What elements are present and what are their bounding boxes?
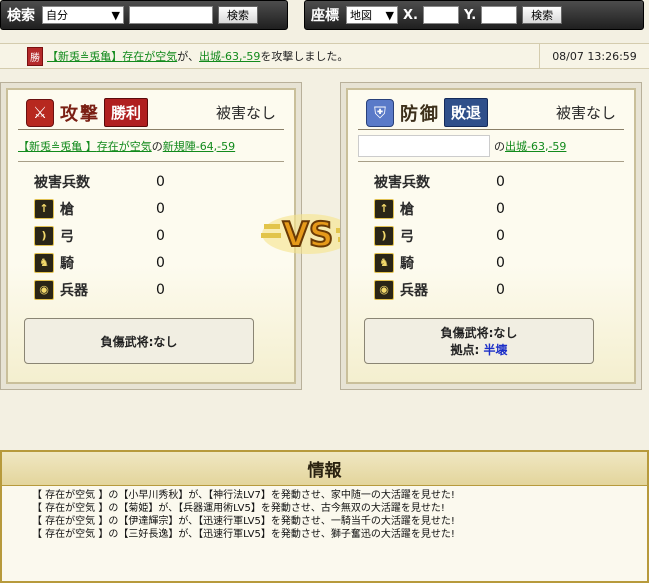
unit-label: 兵器 (400, 282, 428, 299)
search-input[interactable] (129, 6, 213, 24)
attack-player-link[interactable]: 存在が空気 (97, 138, 152, 154)
map-select[interactable]: 地図 ▼ (346, 6, 398, 24)
unit-label: 槍 (60, 201, 74, 218)
alliance-link[interactable]: 【新兎≗兎亀】 (47, 50, 122, 63)
spear-icon: ↑ (374, 198, 394, 219)
info-line: 【 存在が空気 】の【小早川秀秋】が、【神行法LV7】を発動させ、家中随一の大活… (32, 490, 455, 501)
coord-search-button[interactable]: 検索 (522, 6, 563, 24)
unit-value: 0 (496, 281, 505, 298)
attack-panel: ⚔ 攻撃 勝利 被害なし 【新兎≗兎亀 】 存在が空気 の 新規陣-64,-59… (0, 82, 302, 390)
unit-label: 騎 (60, 255, 74, 272)
defense-location-link[interactable]: 出城-63,-59 (505, 138, 566, 154)
unit-row-siege: ◉ 兵器 0 (34, 276, 284, 303)
x-label: X. (403, 7, 418, 23)
unit-row-spear: ↑ 槍 0 (374, 195, 624, 222)
report-time: 08/07 13:26:59 (539, 44, 649, 68)
search-scope-value: 自分 (46, 9, 68, 22)
unit-value: 0 (496, 200, 505, 217)
info-line: 【 存在が空気 】の【伊達輝宗】が、【迅速行軍LV5】を発動させ、一騎当千の大活… (32, 516, 455, 527)
report-suffix: を攻撃しました。 (260, 50, 349, 63)
shield-icon: ⛨ (366, 98, 394, 127)
attack-losses-row: 被害兵数 0 (34, 168, 284, 195)
attack-alliance-link[interactable]: 【新兎≗兎亀 】 (18, 138, 97, 154)
losses-label: 被害兵数 (34, 174, 90, 191)
wounded-text: 負傷武将:なし (440, 326, 518, 340)
search-button[interactable]: 検索 (218, 6, 258, 24)
siege-icon: ◉ (374, 279, 394, 300)
defense-wounded-box: 負傷武将:なし 拠点: 半壊 (364, 318, 594, 364)
unit-row-cavalry: ♞ 騎 0 (374, 249, 624, 276)
bow-icon: ) (374, 225, 394, 246)
target-link[interactable]: 出城-63,-59 (199, 50, 260, 63)
unit-label: 弓 (400, 228, 414, 245)
unit-label: 槍 (400, 201, 414, 218)
report-text: 【新兎≗兎亀】存在が空気が、出城-63,-59を攻撃しました。 (47, 48, 348, 64)
x-coord-input[interactable] (422, 6, 459, 24)
unit-label: 弓 (60, 228, 74, 245)
attack-damage: 被害なし (215, 104, 276, 122)
search-bar: 検索 自分 ▼ 検索 (0, 0, 288, 30)
defense-title: 防御 (400, 103, 440, 125)
vs-text: VS (283, 215, 334, 255)
report-line: 勝 【新兎≗兎亀】存在が空気が、出城-63,-59を攻撃しました。 08/07 … (0, 43, 649, 69)
unit-value: 0 (496, 254, 505, 271)
defense-origin: の 出城-63,-59 (358, 130, 624, 162)
search-scope-select[interactable]: 自分 ▼ (42, 6, 124, 24)
losses-value: 0 (156, 173, 165, 190)
unit-label: 兵器 (60, 282, 88, 299)
horse-icon: ♞ (374, 252, 394, 273)
defense-losses-row: 被害兵数 0 (374, 168, 624, 195)
unit-row-siege: ◉ 兵器 0 (374, 276, 624, 303)
y-coord-input[interactable] (481, 6, 518, 24)
chevron-down-icon: ▼ (111, 8, 120, 22)
coord-bar: 座標 地図 ▼ X. Y. 検索 (304, 0, 644, 30)
info-panel: 情報 【 存在が空気 】の【小早川秀秋】が、【神行法LV7】を発動させ、家中随一… (0, 450, 649, 583)
wounded-text: 負傷武将:なし (100, 334, 178, 349)
unit-row-cavalry: ♞ 騎 0 (34, 249, 284, 276)
attack-result-badge: 勝利 (104, 98, 149, 127)
horse-icon: ♞ (34, 252, 54, 273)
unit-value: 0 (156, 227, 165, 244)
defense-damage: 被害なし (555, 104, 616, 122)
defense-result-badge: 敗退 (444, 98, 489, 127)
info-line: 【 存在が空気 】の【三好長逸】が、【迅速行軍LV5】を発動させ、獅子奮迅の大活… (32, 529, 455, 540)
attack-title: 攻撃 (60, 103, 100, 125)
bow-icon: ) (34, 225, 54, 246)
map-select-value: 地図 (350, 9, 372, 22)
search-label: 検索 (7, 8, 35, 24)
attack-origin: 【新兎≗兎亀 】 存在が空気 の 新規陣-64,-59 (18, 130, 284, 162)
unit-label: 騎 (400, 255, 414, 272)
unit-row-bow: ) 弓 0 (34, 222, 284, 249)
attack-wounded-box: 負傷武将:なし (24, 318, 254, 364)
unit-value: 0 (156, 200, 165, 217)
fort-label: 拠点: (450, 343, 484, 357)
siege-icon: ◉ (34, 279, 54, 300)
info-line: 【 存在が空気 】の【菊姫】が、【兵器運用術LV5】を発動させ、古今無双の大活躍… (32, 503, 445, 514)
y-label: Y. (463, 7, 477, 23)
report-connector: が、 (177, 50, 199, 63)
unit-row-bow: ) 弓 0 (374, 222, 624, 249)
unit-value: 0 (156, 254, 165, 271)
unit-value: 0 (496, 227, 505, 244)
player-link[interactable]: 存在が空気 (122, 50, 177, 63)
coord-label: 座標 (311, 8, 339, 24)
spear-icon: ↑ (34, 198, 54, 219)
attack-no: の (151, 139, 163, 153)
defense-panel: ⛨ 防御 敗退 被害なし の 出城-63,-59 被害兵数 0 ↑ 槍 0 ) 弓 … (340, 82, 642, 390)
crossed-swords-icon: ⚔ (26, 98, 54, 127)
defender-name-box (358, 134, 490, 157)
info-lines: 【 存在が空気 】の【小早川秀秋】が、【神行法LV7】を発動させ、家中随一の大活… (2, 486, 647, 541)
unit-value: 0 (156, 281, 165, 298)
attack-location-link[interactable]: 新規陣-64,-59 (163, 138, 235, 154)
victory-badge: 勝 (27, 46, 43, 66)
chevron-down-icon: ▼ (385, 8, 394, 22)
losses-value: 0 (496, 173, 505, 190)
fort-status: 拠点: 半壊 (451, 341, 508, 358)
info-title: 情報 (307, 461, 342, 481)
losses-label: 被害兵数 (374, 174, 430, 191)
fort-value: 半壊 (483, 343, 508, 357)
unit-row-spear: ↑ 槍 0 (34, 195, 284, 222)
defense-no: の (494, 139, 505, 153)
